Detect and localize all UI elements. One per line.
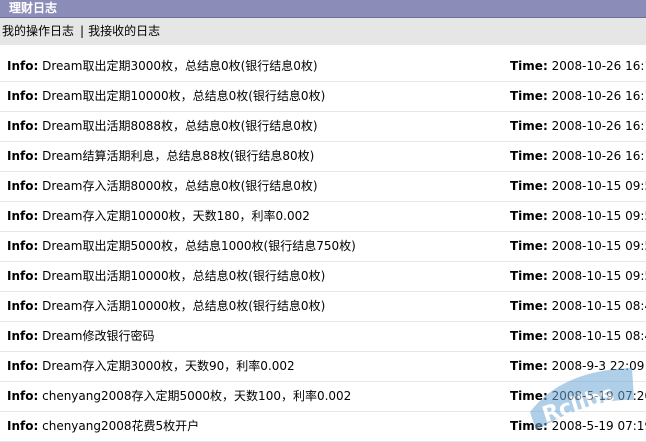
page-title: 理财日志 bbox=[0, 0, 646, 18]
log-time-text: 2008-10-15 08:47 bbox=[551, 329, 646, 343]
time-label: Time: bbox=[510, 239, 548, 253]
log-info-text: Dream存入定期10000枚，天数180，利率0.002 bbox=[42, 209, 310, 223]
tab-my-operation-logs[interactable]: 我的操作日志 bbox=[2, 24, 74, 38]
log-info: Info: Dream取出活期10000枚，总结息0枚(银行结息0枚) bbox=[7, 262, 325, 291]
log-info: Info: Dream取出定期5000枚，总结息1000枚(银行结息750枚) bbox=[7, 232, 356, 261]
time-label: Time: bbox=[510, 209, 548, 223]
time-label: Time: bbox=[510, 329, 548, 343]
info-label: Info: bbox=[7, 359, 39, 373]
log-entry: Info: Dream存入活期10000枚，总结息0枚(银行结息0枚) Time:… bbox=[0, 292, 646, 322]
log-info-text: Dream结算活期利息，总结息88枚(银行结息80枚) bbox=[42, 149, 315, 163]
log-info-text: Dream修改银行密码 bbox=[42, 329, 155, 343]
tab-received-logs[interactable]: 我接收的日志 bbox=[88, 24, 160, 38]
log-info-text: Dream取出活期10000枚，总结息0枚(银行结息0枚) bbox=[42, 269, 326, 283]
time-label: Time: bbox=[510, 119, 548, 133]
log-time: Time: 2008-10-15 09:53 bbox=[510, 262, 646, 291]
log-list: Info: Dream取出定期3000枚，总结息0枚(银行结息0枚) Time: … bbox=[0, 52, 646, 442]
info-label: Info: bbox=[7, 389, 39, 403]
log-time-text: 2008-10-15 08:48 bbox=[551, 299, 646, 313]
log-time: Time: 2008-10-26 16:16 bbox=[510, 142, 646, 171]
info-label: Info: bbox=[7, 329, 39, 343]
log-entry: Info: Dream存入定期10000枚，天数180，利率0.002 Time:… bbox=[0, 202, 646, 232]
log-entry: Info: Dream存入定期3000枚，天数90，利率0.002 Time: 2… bbox=[0, 352, 646, 382]
log-entry: Info: Dream修改银行密码 Time: 2008-10-15 08:47 bbox=[0, 322, 646, 352]
info-label: Info: bbox=[7, 269, 39, 283]
log-info-text: chenyang2008存入定期5000枚，天数100，利率0.002 bbox=[42, 389, 352, 403]
log-info: Info: Dream存入定期3000枚，天数90，利率0.002 bbox=[7, 352, 295, 381]
log-time-text: 2008-10-26 16:16 bbox=[551, 149, 646, 163]
log-info-text: Dream存入定期3000枚，天数90，利率0.002 bbox=[42, 359, 295, 373]
log-time: Time: 2008-10-26 16:17 bbox=[510, 112, 646, 141]
log-info: Info: Dream取出定期10000枚，总结息0枚(银行结息0枚) bbox=[7, 82, 325, 111]
log-info-text: Dream存入活期8000枚，总结息0枚(银行结息0枚) bbox=[42, 179, 318, 193]
log-time-text: 2008-10-26 16:18 bbox=[551, 59, 646, 73]
log-time: Time: 2008-10-15 09:54 bbox=[510, 202, 646, 231]
log-info-text: chenyang2008花费5枚开户 bbox=[42, 419, 200, 433]
log-time: Time: 2008-10-15 08:48 bbox=[510, 292, 646, 321]
log-info: Info: Dream修改银行密码 bbox=[7, 322, 154, 351]
log-time: Time: 2008-9-3 22:09 bbox=[510, 352, 644, 381]
log-entry: Info: Dream取出定期5000枚，总结息1000枚(银行结息750枚) T… bbox=[0, 232, 646, 262]
time-label: Time: bbox=[510, 389, 548, 403]
log-entry: Info: Dream取出定期10000枚，总结息0枚(银行结息0枚) Time:… bbox=[0, 82, 646, 112]
time-label: Time: bbox=[510, 59, 548, 73]
log-entry: Info: chenyang2008存入定期5000枚，天数100，利率0.00… bbox=[0, 382, 646, 412]
time-label: Time: bbox=[510, 149, 548, 163]
info-label: Info: bbox=[7, 419, 39, 433]
log-info: Info: Dream取出活期8088枚，总结息0枚(银行结息0枚) bbox=[7, 112, 318, 141]
log-info: Info: Dream取出定期3000枚，总结息0枚(银行结息0枚) bbox=[7, 52, 318, 81]
tab-separator: | bbox=[80, 24, 85, 38]
log-time: Time: 2008-5-19 07:19 bbox=[510, 412, 646, 441]
log-tabs: 我的操作日志 | 我接收的日志 bbox=[0, 18, 646, 45]
log-info: Info: Dream结算活期利息，总结息88枚(银行结息80枚) bbox=[7, 142, 314, 171]
page-title-text: 理财日志 bbox=[9, 1, 58, 15]
info-label: Info: bbox=[7, 179, 39, 193]
info-label: Info: bbox=[7, 239, 39, 253]
log-entry: Info: Dream取出活期10000枚，总结息0枚(银行结息0枚) Time:… bbox=[0, 262, 646, 292]
log-time-text: 2008-5-19 07:19 bbox=[551, 419, 646, 433]
log-entry: Info: Dream结算活期利息，总结息88枚(银行结息80枚) Time: 2… bbox=[0, 142, 646, 172]
log-time: Time: 2008-10-26 16:18 bbox=[510, 52, 646, 81]
log-time-text: 2008-10-15 09:55 bbox=[551, 179, 646, 193]
log-info-text: Dream取出定期10000枚，总结息0枚(银行结息0枚) bbox=[42, 89, 326, 103]
log-entry: Info: Dream存入活期8000枚，总结息0枚(银行结息0枚) Time: … bbox=[0, 172, 646, 202]
log-time: Time: 2008-10-15 09:53 bbox=[510, 232, 646, 261]
time-label: Time: bbox=[510, 359, 548, 373]
info-label: Info: bbox=[7, 59, 39, 73]
log-info: Info: Dream存入活期8000枚，总结息0枚(银行结息0枚) bbox=[7, 172, 318, 201]
time-label: Time: bbox=[510, 419, 548, 433]
log-info: Info: Dream存入活期10000枚，总结息0枚(银行结息0枚) bbox=[7, 292, 325, 321]
log-entry: Info: Dream取出活期8088枚，总结息0枚(银行结息0枚) Time: … bbox=[0, 112, 646, 142]
info-label: Info: bbox=[7, 299, 39, 313]
log-time-text: 2008-10-26 16:17 bbox=[551, 89, 646, 103]
log-time-text: 2008-10-26 16:17 bbox=[551, 119, 646, 133]
log-info: Info: Dream存入定期10000枚，天数180，利率0.002 bbox=[7, 202, 310, 231]
log-time: Time: 2008-5-19 07:20 bbox=[510, 382, 646, 411]
info-label: Info: bbox=[7, 209, 39, 223]
log-entry: Info: chenyang2008花费5枚开户 Time: 2008-5-19 … bbox=[0, 412, 646, 442]
log-info: Info: chenyang2008存入定期5000枚，天数100，利率0.00… bbox=[7, 382, 351, 411]
log-info-text: Dream存入活期10000枚，总结息0枚(银行结息0枚) bbox=[42, 299, 326, 313]
time-label: Time: bbox=[510, 269, 548, 283]
log-info-text: Dream取出定期5000枚，总结息1000枚(银行结息750枚) bbox=[42, 239, 356, 253]
time-label: Time: bbox=[510, 299, 548, 313]
log-time-text: 2008-5-19 07:20 bbox=[551, 389, 646, 403]
log-info-text: Dream取出定期3000枚，总结息0枚(银行结息0枚) bbox=[42, 59, 318, 73]
log-info: Info: chenyang2008花费5枚开户 bbox=[7, 412, 199, 441]
info-label: Info: bbox=[7, 119, 39, 133]
log-time-text: 2008-10-15 09:53 bbox=[551, 269, 646, 283]
log-entry: Info: Dream取出定期3000枚，总结息0枚(银行结息0枚) Time: … bbox=[0, 52, 646, 82]
time-label: Time: bbox=[510, 179, 548, 193]
log-info-text: Dream取出活期8088枚，总结息0枚(银行结息0枚) bbox=[42, 119, 318, 133]
log-time: Time: 2008-10-15 08:47 bbox=[510, 322, 646, 351]
log-time-text: 2008-10-15 09:53 bbox=[551, 239, 646, 253]
info-label: Info: bbox=[7, 149, 39, 163]
log-time: Time: 2008-10-26 16:17 bbox=[510, 82, 646, 111]
log-time: Time: 2008-10-15 09:55 bbox=[510, 172, 646, 201]
info-label: Info: bbox=[7, 89, 39, 103]
log-time-text: 2008-10-15 09:54 bbox=[551, 209, 646, 223]
log-time-text: 2008-9-3 22:09 bbox=[551, 359, 645, 373]
time-label: Time: bbox=[510, 89, 548, 103]
